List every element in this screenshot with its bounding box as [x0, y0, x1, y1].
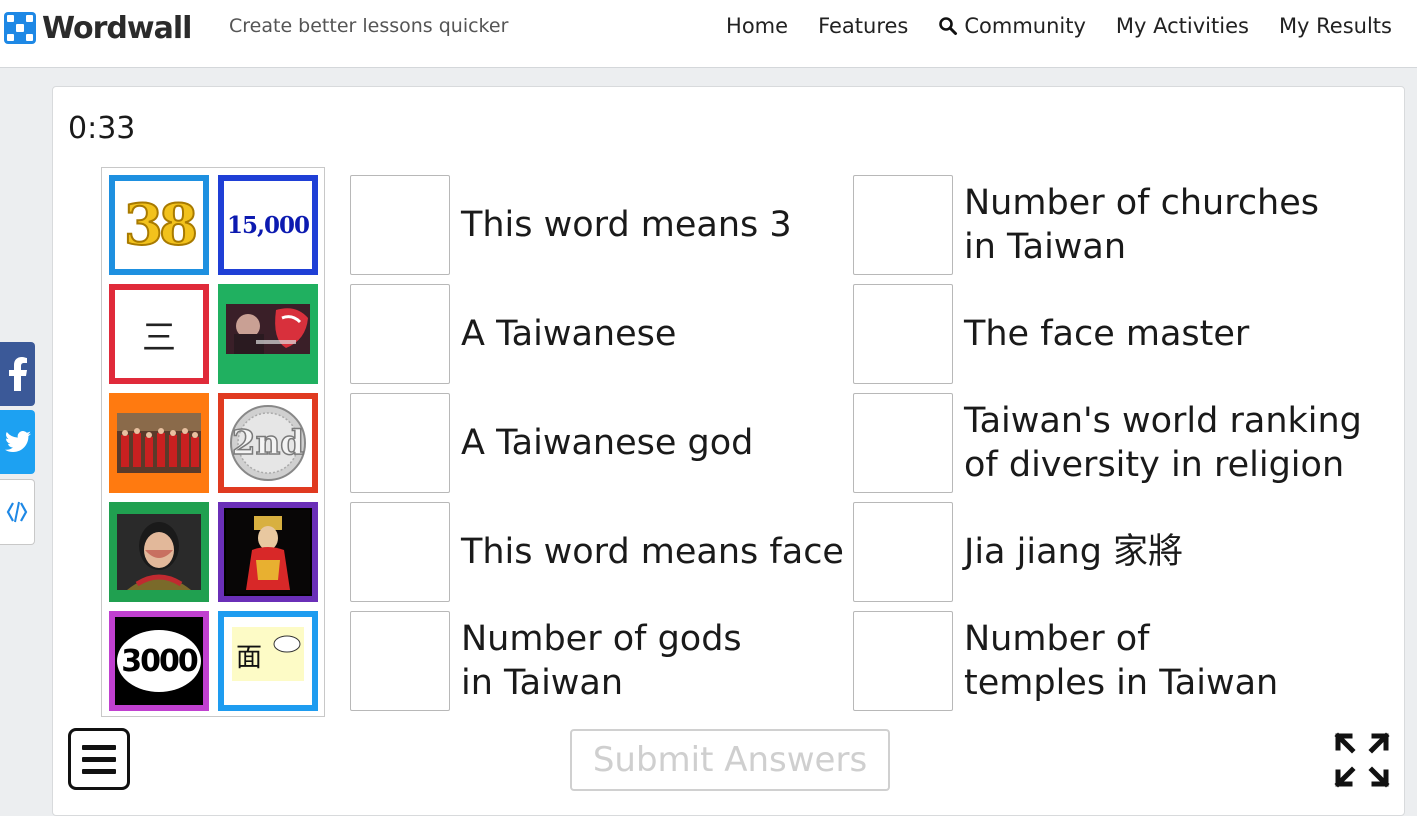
facebook-share-button[interactable] [0, 342, 35, 406]
answer-slot-right-1[interactable] [853, 175, 953, 275]
answer-slot-right-3[interactable] [853, 393, 953, 493]
answer-slot-right-2[interactable] [853, 284, 953, 384]
clue-left-1: This word means 3 [461, 205, 792, 245]
answer-slot-left-4[interactable] [350, 502, 450, 602]
god-statue-image [226, 510, 310, 594]
game-card: 0:33 38 15,000 三 2nd 3000 面 This word me… [52, 86, 1405, 816]
nav-my-activities[interactable]: My Activities [1116, 14, 1249, 38]
clue-right-4: Jia jiang 家將 [964, 532, 1184, 572]
nav-community[interactable]: Community [938, 14, 1086, 38]
twitter-share-button[interactable] [0, 410, 35, 474]
fullscreen-icon[interactable] [1334, 732, 1390, 788]
embed-button[interactable] [0, 479, 35, 545]
embed-icon [6, 501, 28, 523]
clue-right-3: Taiwan's world ranking of diversity in r… [964, 401, 1362, 485]
portrait-photo [117, 514, 201, 590]
menu-button[interactable] [68, 728, 130, 790]
nav-home[interactable]: Home [726, 14, 788, 38]
clue-right-5: Number of temples in Taiwan [964, 619, 1279, 703]
answer-slot-left-2[interactable] [350, 284, 450, 384]
clue-left-4: This word means face [461, 532, 844, 572]
clue-right-2: The face master [964, 314, 1250, 354]
hamburger-icon [82, 744, 116, 750]
festival-crowd-image [117, 413, 201, 473]
main-nav: Home Features Community My Activities My… [726, 14, 1392, 38]
tile-face-master-photo[interactable] [109, 502, 209, 602]
tile-face-character[interactable]: 面 [218, 611, 318, 711]
nav-my-results[interactable]: My Results [1279, 14, 1392, 38]
tile-38[interactable]: 38 [109, 175, 209, 275]
search-icon [939, 17, 958, 35]
brand-name: Wordwall [42, 10, 192, 46]
tile-face-performer-image[interactable] [218, 284, 318, 384]
tile-tray: 38 15,000 三 2nd 3000 面 [101, 167, 325, 717]
clue-left-5: Number of gods in Taiwan [461, 619, 742, 703]
wordwall-logo[interactable]: Wordwall [4, 10, 192, 46]
answer-slot-right-4[interactable] [853, 502, 953, 602]
speech-bubble-icon [273, 635, 301, 653]
tile-2nd-coin[interactable]: 2nd [218, 393, 318, 493]
tile-festival-crowd-image[interactable] [109, 393, 209, 493]
answer-slot-left-3[interactable] [350, 393, 450, 493]
clue-left-2: A Taiwanese [461, 314, 677, 354]
tagline: Create better lessons quicker [229, 15, 509, 37]
tile-15000[interactable]: 15,000 [218, 175, 318, 275]
answer-slot-left-1[interactable] [350, 175, 450, 275]
tile-3000[interactable]: 3000 [109, 611, 209, 711]
wordwall-logo-icon [4, 12, 36, 44]
face-painting-image [226, 304, 310, 354]
timer: 0:33 [68, 111, 136, 146]
twitter-icon [4, 431, 31, 453]
top-header: Wordwall Create better lessons quicker H… [0, 0, 1417, 68]
nav-features[interactable]: Features [818, 14, 908, 38]
submit-answers-button[interactable]: Submit Answers [570, 729, 890, 791]
tile-three-character[interactable]: 三 [109, 284, 209, 384]
tile-taiwanese-god-statue[interactable] [218, 502, 318, 602]
clue-right-1: Number of churches in Taiwan [964, 183, 1320, 267]
answer-slot-left-5[interactable] [350, 611, 450, 711]
facebook-icon [8, 357, 27, 391]
clue-left-3: A Taiwanese god [461, 423, 754, 463]
answer-slot-right-5[interactable] [853, 611, 953, 711]
